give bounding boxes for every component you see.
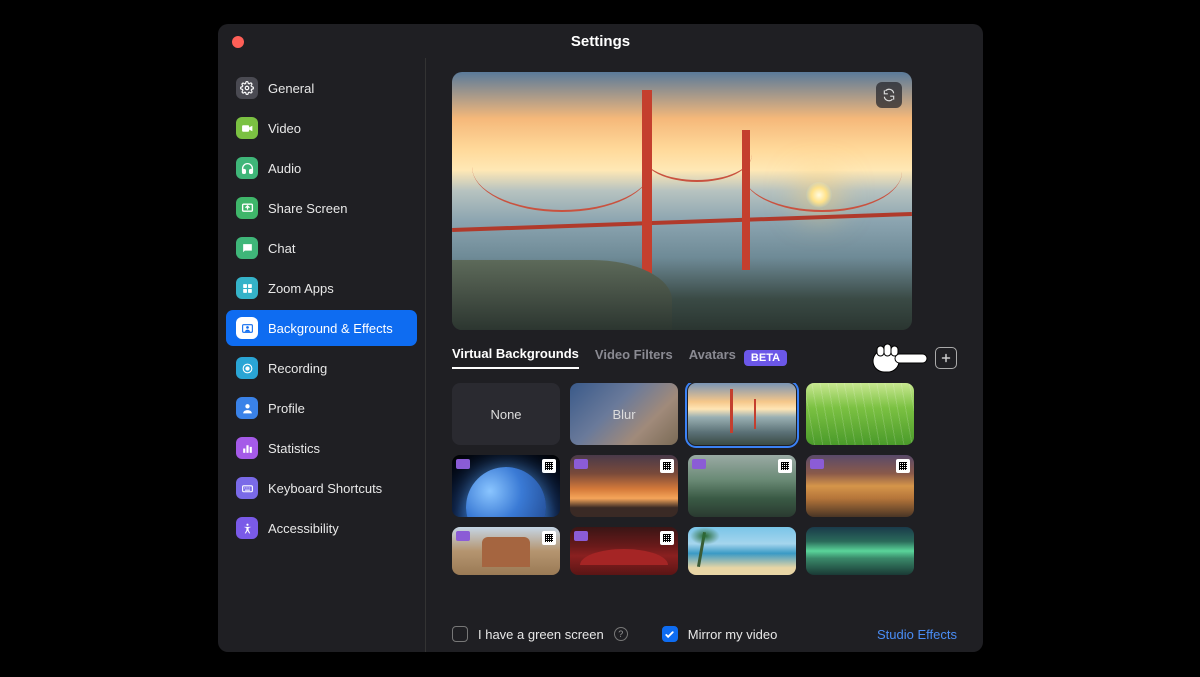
headphones-icon [236,157,258,179]
sidebar-item-general[interactable]: General [226,70,417,106]
qr-icon [542,459,556,473]
background-grid: None Blur [452,383,957,575]
tag-icon [692,459,706,469]
rotate-preview-button[interactable] [876,82,902,108]
settings-sidebar: General Video Audio Share Screen [218,58,426,652]
titlebar: Settings [218,24,983,58]
sidebar-item-label: Recording [268,361,327,376]
sidebar-item-background-effects[interactable]: Background & Effects [226,310,417,346]
sidebar-item-keyboard-shortcuts[interactable]: Keyboard Shortcuts [226,470,417,506]
qr-icon [660,459,674,473]
sidebar-item-label: Video [268,121,301,136]
sidebar-item-label: General [268,81,314,96]
background-option-sunset[interactable] [570,455,678,517]
footer: I have a green screen ? Mirror my video … [452,616,957,642]
qr-icon [660,531,674,545]
sidebar-item-recording[interactable]: Recording [226,350,417,386]
background-option-golden-gate[interactable] [688,383,796,445]
stats-icon [236,437,258,459]
tab-video-filters[interactable]: Video Filters [595,347,673,368]
background-option-beach[interactable] [688,527,796,575]
tag-icon [574,459,588,469]
chat-icon [236,237,258,259]
studio-effects-link[interactable]: Studio Effects [877,627,957,642]
green-screen-label: I have a green screen [478,627,604,642]
beta-badge: BETA [744,350,787,366]
sidebar-item-label: Accessibility [268,521,339,536]
qr-icon [542,531,556,545]
mirror-video-label: Mirror my video [688,627,778,642]
tag-icon [574,531,588,541]
qr-icon [778,459,792,473]
background-option-aurora[interactable] [806,527,914,575]
sidebar-item-accessibility[interactable]: Accessibility [226,510,417,546]
sidebar-item-audio[interactable]: Audio [226,150,417,186]
add-background-button[interactable] [935,347,957,369]
pointing-hand-icon [871,340,929,380]
sidebar-item-chat[interactable]: Chat [226,230,417,266]
sidebar-item-label: Chat [268,241,295,256]
green-screen-checkbox[interactable] [452,626,468,642]
sidebar-item-zoom-apps[interactable]: Zoom Apps [226,270,417,306]
sidebar-item-share-screen[interactable]: Share Screen [226,190,417,226]
sidebar-item-label: Statistics [268,441,320,456]
sidebar-item-label: Background & Effects [268,321,393,336]
tabs: Virtual Backgrounds Video Filters Avatar… [452,346,957,369]
tag-icon [810,459,824,469]
apps-icon [236,277,258,299]
help-icon[interactable]: ? [614,627,628,641]
sidebar-item-label: Profile [268,401,305,416]
tag-icon [456,459,470,469]
mirror-video-checkbox[interactable] [662,626,678,642]
background-option-valley[interactable] [688,455,796,517]
video-icon [236,117,258,139]
sidebar-item-label: Zoom Apps [268,281,334,296]
video-preview [452,72,912,330]
background-option-blur[interactable]: Blur [570,383,678,445]
record-icon [236,357,258,379]
background-option-earth[interactable] [452,455,560,517]
share-icon [236,197,258,219]
close-window-button[interactable] [232,36,244,48]
tag-icon [456,531,470,541]
background-option-none[interactable]: None [452,383,560,445]
tab-avatars[interactable]: Avatars [689,347,736,368]
sidebar-item-label: Keyboard Shortcuts [268,481,382,496]
tab-virtual-backgrounds[interactable]: Virtual Backgrounds [452,346,579,369]
gear-icon [236,77,258,99]
sidebar-item-label: Audio [268,161,301,176]
sidebar-item-profile[interactable]: Profile [226,390,417,426]
sidebar-item-label: Share Screen [268,201,348,216]
settings-window: Settings General Video Audio [218,24,983,652]
profile-icon [236,397,258,419]
background-option-grass[interactable] [806,383,914,445]
background-option-arena[interactable] [570,527,678,575]
qr-icon [896,459,910,473]
keyboard-icon [236,477,258,499]
sidebar-item-statistics[interactable]: Statistics [226,430,417,466]
accessibility-icon [236,517,258,539]
background-option-architecture[interactable] [452,527,560,575]
sidebar-item-video[interactable]: Video [226,110,417,146]
window-title: Settings [571,33,630,50]
background-icon [236,317,258,339]
main-panel: Virtual Backgrounds Video Filters Avatar… [426,58,983,652]
background-option-city[interactable] [806,455,914,517]
